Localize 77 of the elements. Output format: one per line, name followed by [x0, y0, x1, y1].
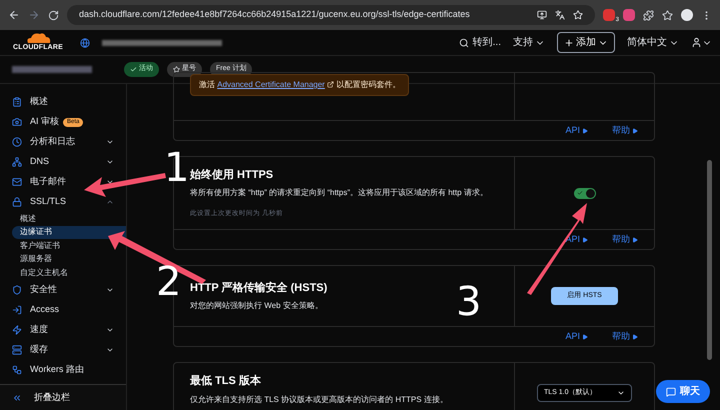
- card-description: 将所有使用方案 “http” 的请求重定向到 “https”。这将应用于该区域的所有 http 请求。: [190, 187, 488, 200]
- triangle-icon: [632, 334, 638, 340]
- upgrade-banner: 激活 Advanced Certificate Manager 以配置密码套件。: [190, 74, 410, 96]
- cloud-logo-icon: [25, 32, 51, 43]
- sidebar-item[interactable]: Access: [12, 300, 114, 320]
- star-icon[interactable]: [662, 10, 673, 20]
- camera-icon: [12, 117, 22, 127]
- sidebar-subitem[interactable]: 边缘证书: [12, 226, 126, 239]
- cast-icon[interactable]: [537, 10, 547, 20]
- caret-icon: [617, 389, 625, 397]
- sidebar-subitem[interactable]: 自定义主机名: [12, 266, 126, 280]
- goto-button[interactable]: 转到...: [458, 35, 501, 50]
- server-icon: [12, 344, 22, 354]
- user-icon: [691, 37, 702, 48]
- check-icon: [576, 190, 582, 196]
- triangle-icon: [582, 236, 588, 242]
- shield-icon: [12, 284, 22, 294]
- acm-link[interactable]: Advanced Certificate Manager: [217, 80, 325, 89]
- chat-button[interactable]: 聊天: [656, 380, 710, 403]
- annotation-number: 2: [156, 262, 182, 302]
- sidebar-item[interactable]: 安全性: [12, 280, 114, 300]
- puzzle-icon[interactable]: [643, 10, 654, 20]
- triangle-icon: [582, 128, 588, 134]
- sidebar-item[interactable]: 缓存: [12, 340, 114, 360]
- toggle-switch[interactable]: [574, 188, 596, 198]
- sidebar-subitem[interactable]: 概述: [12, 212, 126, 226]
- sidebar-item[interactable]: 概述: [12, 92, 114, 112]
- annotation-number: 3: [456, 282, 482, 322]
- network-icon: [12, 157, 22, 167]
- address-bar[interactable]: dash.cloudflare.com/12fedee41e8bf7264cc66b24915a1221/gucenx.eu.org/ssl-tls/edge-certificates: [67, 5, 595, 25]
- user-button[interactable]: [691, 37, 712, 48]
- triangle-icon: [582, 334, 588, 340]
- triangle-icon: [632, 128, 638, 134]
- bolt-icon: [12, 324, 22, 334]
- check-icon: [130, 66, 137, 73]
- external-link-icon: [327, 81, 334, 88]
- sidebar-subitem[interactable]: 源服务器: [12, 252, 126, 266]
- double-chevron-icon: [12, 392, 22, 402]
- chat-icon: [666, 386, 676, 396]
- card-title: HTTP 严格传输安全 (HSTS): [190, 280, 328, 296]
- workflow-icon: [12, 364, 22, 374]
- support-button[interactable]: 支持: [513, 35, 545, 50]
- language-button[interactable]: 简体中文: [627, 35, 679, 50]
- sidebar-item[interactable]: Workers 路由: [12, 360, 114, 380]
- add-button[interactable]: 添加: [557, 32, 615, 53]
- clock-icon: [12, 137, 22, 147]
- avatar-icon[interactable]: [681, 9, 693, 21]
- back-icon[interactable]: [8, 9, 20, 21]
- footer-link[interactable]: API: [565, 124, 588, 138]
- sidebar-subitem[interactable]: 客户端证书: [12, 239, 126, 252]
- extension-icon[interactable]: [623, 9, 635, 21]
- sidebar-item[interactable]: 分析和日志: [12, 132, 114, 152]
- card-description: 仅允许来自支持所选 TLS 协议版本或更高版本的访问者的 HTTPS 连接。: [190, 394, 448, 406]
- reload-icon[interactable]: [48, 10, 59, 20]
- footer-link[interactable]: 帮助: [612, 124, 638, 138]
- card-title: 始终使用 HTTPS: [190, 168, 274, 183]
- footer-link[interactable]: 帮助: [612, 232, 638, 246]
- footer-link[interactable]: 帮助: [612, 330, 638, 344]
- sidebar-item[interactable]: 电子邮件: [12, 172, 114, 192]
- star-icon: [173, 66, 180, 73]
- login-icon: [12, 304, 22, 314]
- clipboard-icon: [12, 97, 22, 107]
- search-icon: [458, 38, 469, 48]
- footer-link[interactable]: API: [565, 330, 588, 344]
- sidebar-item[interactable]: SSL/TLS: [12, 192, 114, 212]
- bookmark-icon[interactable]: [573, 10, 583, 20]
- sidebar-item[interactable]: DNS: [12, 152, 114, 172]
- plus-icon: [564, 38, 574, 48]
- lock-icon: [12, 197, 22, 207]
- globe-icon: [80, 38, 90, 48]
- triangle-icon: [632, 236, 638, 242]
- sidebar-item[interactable]: 速度: [12, 320, 114, 340]
- card-title: 最低 TLS 版本: [190, 374, 262, 389]
- mail-icon: [12, 177, 22, 187]
- translate-icon[interactable]: [555, 10, 565, 20]
- annotation-number: 1: [164, 148, 190, 188]
- card-description: 对您的网站强制执行 Web 安全策略。: [190, 300, 324, 312]
